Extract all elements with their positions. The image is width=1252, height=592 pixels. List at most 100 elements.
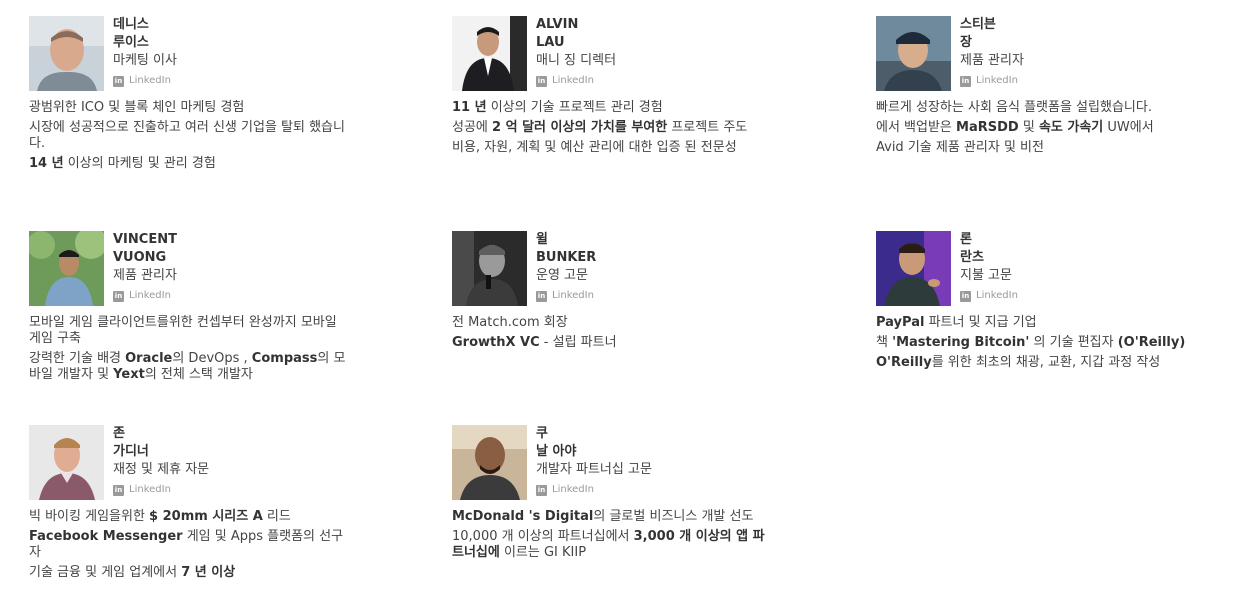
bullet-text: 강력한 기술 배경 <box>29 351 126 366</box>
bullet-text: 책 <box>876 335 893 350</box>
member-bullet: Avid 기술 제품 관리자 및 비전 <box>876 140 1196 156</box>
member-bullet: 시장에 성공적으로 진출하고 여러 신생 기업을 탈퇴 했습니다. <box>29 120 349 152</box>
linkedin-icon: in <box>960 75 971 87</box>
member-bullet: 책 'Mastering Bitcoin' 의 기술 편집자 (O'Reilly… <box>876 335 1196 351</box>
bullet-highlight: 7 년 이상 <box>181 565 236 580</box>
bullet-text: 빠르게 성장하는 사회 음식 플랫폼을 설립했습니다. <box>876 100 1152 115</box>
bullet-text: 프로젝트 주도 <box>667 120 748 135</box>
member-role: 개발자 파트너십 고문 <box>536 462 652 477</box>
member-name-first: 론 <box>960 232 972 247</box>
bullet-highlight: 속도 가속기 <box>1038 120 1104 135</box>
bullet-text: 모바일 게임 클라이언트를위한 컨셉부터 완성까지 모바일 게임 구축 <box>29 315 337 346</box>
linkedin-link[interactable]: in LinkedIn <box>113 74 353 88</box>
linkedin-label: LinkedIn <box>129 484 171 495</box>
bullet-text: 빅 바이킹 게임을위한 <box>29 509 150 524</box>
linkedin-icon: in <box>536 290 547 302</box>
member-role: 제품 관리자 <box>960 53 1024 68</box>
avatar <box>876 16 951 91</box>
member-bullets: 전 Match.com 회장 GrowthX VC - 설립 파트너 <box>452 315 772 355</box>
bullet-text: 비용, 자원, 계획 및 예산 관리에 대한 입증 된 전문성 <box>452 140 737 155</box>
bullet-text: UW에서 <box>1103 120 1154 135</box>
bullet-highlight: Oracle <box>125 351 173 366</box>
member-bullet: GrowthX VC - 설립 파트너 <box>452 335 772 351</box>
avatar <box>452 425 527 500</box>
member-role: 운영 고문 <box>536 268 588 283</box>
linkedin-link[interactable]: in LinkedIn <box>536 74 776 88</box>
bullet-highlight: $ 20mm 시리즈 A <box>149 509 263 524</box>
linkedin-icon: in <box>113 75 124 87</box>
bullet-text: 및 <box>1018 120 1039 135</box>
member-bullets: 빅 바이킹 게임을위한 $ 20mm 시리즈 A 리드 Facebook Mess… <box>29 509 349 585</box>
bullet-highlight: (O'Reilly) <box>1117 335 1186 350</box>
member-name-first: 존 <box>113 426 125 441</box>
member-bullet: 모바일 게임 클라이언트를위한 컨셉부터 완성까지 모바일 게임 구축 <box>29 315 349 347</box>
bullet-text: 리드 <box>262 509 291 524</box>
linkedin-label: LinkedIn <box>976 75 1018 86</box>
bullet-text: 성공에 <box>452 120 493 135</box>
linkedin-label: LinkedIn <box>552 484 594 495</box>
linkedin-icon: in <box>536 484 547 496</box>
bullet-text: 10,000 개 이상의 파트너십에서 <box>452 529 634 544</box>
member-bullets: 빠르게 성장하는 사회 음식 플랫폼을 설립했습니다. 에서 백업받은 MaRSD… <box>876 100 1196 160</box>
bullet-highlight: Yext <box>113 367 145 382</box>
bullet-highlight: Compass <box>251 351 318 366</box>
bullet-highlight: PayPal <box>876 315 925 330</box>
linkedin-link[interactable]: in LinkedIn <box>536 483 776 497</box>
bullet-text: 이상의 마케팅 및 관리 경험 <box>63 156 216 171</box>
member-bullets: 광범위한 ICO 및 블록 체인 마케팅 경험시장에 성공적으로 진출하고 여러… <box>29 100 349 176</box>
linkedin-link[interactable]: in LinkedIn <box>960 74 1200 88</box>
bullet-text: 의 글로벌 비즈니스 개발 선도 <box>593 509 754 524</box>
bullet-highlight: Facebook Messenger <box>29 529 183 544</box>
bullet-text: 의 전체 스택 개발자 <box>144 367 253 382</box>
linkedin-icon: in <box>113 484 124 496</box>
member-bullet: Facebook Messenger 게임 및 Apps 플랫폼의 선구자 <box>29 529 349 561</box>
linkedin-label: LinkedIn <box>552 75 594 86</box>
bullet-text: 기술 금융 및 게임 업계에서 <box>29 565 182 580</box>
bullet-text: 파트너 및 지급 기업 <box>924 315 1037 330</box>
linkedin-label: LinkedIn <box>552 290 594 301</box>
member-name-last: 장 <box>960 35 972 50</box>
avatar <box>29 231 104 306</box>
member-name-last: 란츠 <box>960 250 984 265</box>
bullet-text: 이르는 GI KIIP <box>499 545 587 560</box>
bullet-text: 시장에 성공적으로 진출하고 여러 신생 기업을 탈퇴 했습니다. <box>29 120 345 151</box>
bullet-text: 전 Match.com 회장 <box>452 315 568 330</box>
linkedin-label: LinkedIn <box>129 290 171 301</box>
member-name-first: 스티븐 <box>960 17 996 32</box>
bullet-text: 이상의 기술 프로젝트 관리 경험 <box>486 100 663 115</box>
linkedin-link[interactable]: in LinkedIn <box>113 483 353 497</box>
member-bullet: PayPal 파트너 및 지급 기업 <box>876 315 1196 331</box>
linkedin-label: LinkedIn <box>129 75 171 86</box>
member-name-last: VUONG <box>113 250 167 265</box>
member-name-first: VINCENT <box>113 232 177 247</box>
member-name-last: BUNKER <box>536 250 597 265</box>
member-role: 매니 징 디렉터 <box>536 53 617 68</box>
avatar <box>452 16 527 91</box>
bullet-highlight: McDonald 's Digital <box>452 509 594 524</box>
bullet-highlight: 14 년 <box>29 156 64 171</box>
bullet-text: 에서 백업받은 <box>876 120 957 135</box>
member-bullet: 10,000 개 이상의 파트너십에서 3,000 개 이상의 앱 파트너십에 … <box>452 529 772 561</box>
member-bullets: 모바일 게임 클라이언트를위한 컨셉부터 완성까지 모바일 게임 구축강력한 기… <box>29 315 349 387</box>
member-bullet: 에서 백업받은 MaRSDD 및 속도 가속기 UW에서 <box>876 120 1196 136</box>
bullet-highlight: O'Reilly <box>876 355 932 370</box>
bullet-highlight: 'Mastering Bitcoin' <box>892 335 1030 350</box>
member-bullet: 기술 금융 및 게임 업계에서 7 년 이상 <box>29 565 349 581</box>
member-name-first: 윌 <box>536 232 548 247</box>
linkedin-link[interactable]: in LinkedIn <box>960 289 1200 303</box>
linkedin-link[interactable]: in LinkedIn <box>536 289 776 303</box>
member-bullets: 11 년 이상의 기술 프로젝트 관리 경험 성공에 2 억 달러 이상의 가치를… <box>452 100 772 160</box>
member-name-first: ALVIN <box>536 17 579 32</box>
bullet-text: 를 위한 최초의 채광, 교환, 지갑 과정 작성 <box>931 355 1161 370</box>
avatar <box>876 231 951 306</box>
member-role: 마케팅 이사 <box>113 53 177 68</box>
member-bullet: 성공에 2 억 달러 이상의 가치를 부여한 프로젝트 주도 <box>452 120 772 136</box>
bullet-text: Avid 기술 제품 관리자 및 비전 <box>876 140 1044 155</box>
linkedin-link[interactable]: in LinkedIn <box>113 289 353 303</box>
member-bullet: 광범위한 ICO 및 블록 체인 마케팅 경험 <box>29 100 349 116</box>
bullet-highlight: MaRSDD <box>956 120 1019 135</box>
bullet-text: 의 DevOps , <box>172 351 252 366</box>
member-bullet: O'Reilly를 위한 최초의 채광, 교환, 지갑 과정 작성 <box>876 355 1196 371</box>
member-name-last: 가디너 <box>113 444 149 459</box>
member-bullet: 빅 바이킹 게임을위한 $ 20mm 시리즈 A 리드 <box>29 509 349 525</box>
